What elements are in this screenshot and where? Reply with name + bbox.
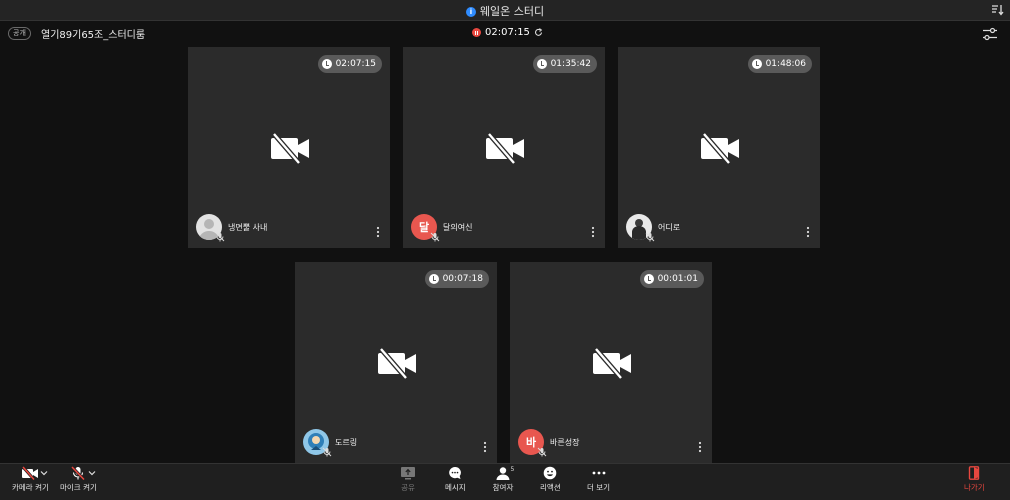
chevron-down-icon[interactable] [88, 470, 96, 476]
participants-button[interactable]: 5 참여자 [492, 466, 514, 493]
camera-off-icon [701, 132, 739, 164]
tile-more-icon[interactable] [483, 441, 487, 453]
tile-more-icon[interactable] [698, 441, 702, 453]
participation-time: 00:01:01 [657, 274, 698, 284]
avatar: 바 [518, 429, 547, 457]
mic-off-icon [71, 466, 86, 480]
recording-pause-icon[interactable] [472, 28, 481, 37]
avatar [626, 214, 655, 242]
chevron-down-icon[interactable] [40, 470, 48, 476]
clock-icon [751, 59, 762, 69]
meeting-elapsed: 02:07:15 [485, 27, 530, 38]
participant-tile[interactable]: 00:01:01 바 바른성장 [510, 262, 712, 463]
more-button[interactable]: 더 보기 [587, 466, 610, 493]
more-label: 더 보기 [587, 483, 611, 492]
mic-muted-icon [645, 232, 655, 242]
participation-time-badge: 02:07:15 [317, 55, 382, 73]
ellipsis-icon [592, 471, 605, 475]
clock-icon [536, 59, 547, 69]
leave-label: 나가기 [964, 483, 985, 492]
avatar: 달 [411, 214, 440, 242]
mic-muted-icon [430, 232, 440, 242]
exit-door-icon [969, 466, 980, 480]
share-screen-icon [401, 467, 415, 480]
participant-tile[interactable]: 02:07:15 냉면뿔 사내 [188, 47, 390, 248]
refresh-icon[interactable] [534, 28, 543, 37]
sort-icon[interactable] [990, 3, 1004, 17]
tile-more-icon[interactable] [806, 226, 810, 238]
participant-tile[interactable]: 00:07:18 도르링 [295, 262, 497, 463]
room-header: 공개 열기89기65조_스터디룸 02:07:15 [0, 22, 1010, 46]
smiley-icon [544, 466, 557, 480]
reaction-label: 리액션 [540, 483, 561, 492]
participant-tile[interactable]: 01:48:06 어디로 [618, 47, 820, 248]
avatar [303, 429, 332, 457]
share-button[interactable]: 공유 [399, 466, 417, 493]
participation-time-badge: 00:01:01 [639, 270, 704, 288]
camera-toggle-label: 카메라 켜기 [12, 483, 49, 492]
room-name: 열기89기65조_스터디룸 [41, 30, 146, 41]
participation-time-badge: 01:35:42 [532, 55, 597, 73]
mic-muted-icon [322, 447, 332, 457]
participation-time-badge: 01:48:06 [747, 55, 812, 73]
participation-time-badge: 00:07:18 [424, 270, 489, 288]
mic-muted-icon [215, 232, 225, 242]
reaction-button[interactable]: 리액션 [540, 466, 561, 493]
tile-more-icon[interactable] [376, 226, 380, 238]
participant-name: 어디로 [658, 223, 681, 232]
sliders-icon[interactable] [982, 27, 998, 41]
participation-time: 02:07:15 [335, 59, 376, 69]
bottom-toolbar: 카메라 켜기 마이크 켜기 공유 메시지 5 참여자 리액션 더 보기 나가기 [0, 463, 1010, 500]
window-title: i 웨일온 스터디 [0, 3, 1010, 19]
participation-time: 00:07:18 [442, 274, 483, 284]
chat-bubble-icon [449, 466, 462, 479]
camera-off-icon [271, 132, 309, 164]
participant-name: 달의여신 [443, 223, 473, 232]
message-button[interactable]: 메시지 [445, 466, 466, 493]
clock-icon [321, 59, 332, 69]
info-icon[interactable]: i [465, 7, 476, 17]
meeting-timer: 02:07:15 [472, 27, 543, 38]
participation-time: 01:48:06 [765, 59, 806, 69]
tile-more-icon[interactable] [591, 226, 595, 238]
mic-toggle-label: 마이크 켜기 [60, 483, 97, 492]
person-icon: 5 [496, 466, 515, 480]
participation-time: 01:35:42 [550, 59, 591, 69]
camera-off-icon [22, 466, 39, 480]
clock-icon [643, 274, 654, 284]
camera-off-icon [378, 347, 416, 379]
mic-muted-icon [537, 447, 547, 457]
camera-off-icon [486, 132, 524, 164]
participant-name: 도르링 [335, 438, 358, 447]
participant-name: 냉면뿔 사내 [228, 223, 268, 232]
share-label: 공유 [401, 483, 415, 492]
message-label: 메시지 [445, 483, 466, 492]
window-title-text: 웨일온 스터디 [479, 5, 545, 18]
window-titlebar: i 웨일온 스터디 [0, 0, 1010, 21]
participants-count: 5 [511, 466, 515, 473]
participant-tile[interactable]: 01:35:42 달 달의여신 [403, 47, 605, 248]
camera-off-icon [593, 347, 631, 379]
leave-button[interactable]: 나가기 [964, 466, 985, 493]
participants-label: 참여자 [492, 483, 514, 492]
clock-icon [428, 274, 439, 284]
avatar [196, 214, 225, 242]
visibility-badge: 공개 [8, 27, 31, 40]
participant-name: 바른성장 [550, 438, 580, 447]
